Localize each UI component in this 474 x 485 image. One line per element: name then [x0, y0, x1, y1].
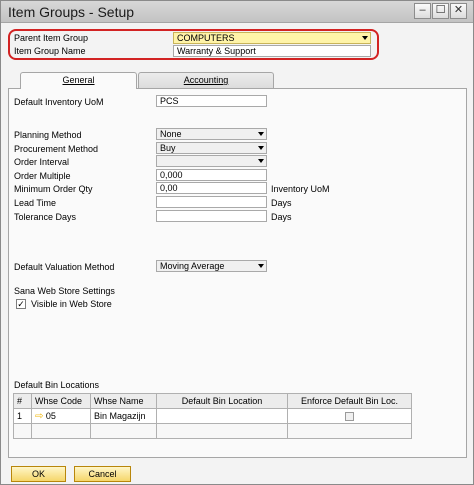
order-multiple-field[interactable]: 0,000 — [156, 169, 267, 181]
whse-name-cell: Bin Magazijn — [90, 408, 157, 424]
cancel-button[interactable]: Cancel — [74, 466, 131, 482]
default-uom-value: PCS — [160, 96, 179, 106]
chevron-down-icon — [258, 132, 264, 136]
empty-cell — [90, 423, 157, 439]
tab-general[interactable]: General — [20, 72, 137, 89]
checkmark-icon: ✓ — [17, 299, 25, 309]
lead-time-field[interactable] — [156, 196, 267, 208]
row-number: 1 — [13, 408, 32, 424]
order-interval-label: Order Interval — [14, 157, 70, 167]
item-group-name-field[interactable]: Warranty & Support — [173, 45, 371, 57]
ok-button[interactable]: OK — [11, 466, 66, 482]
min-order-qty-value: 0,00 — [160, 183, 178, 193]
title-bar[interactable]: Item Groups - Setup – ☐ ✕ — [1, 1, 473, 23]
tab-general-label: General — [62, 75, 95, 85]
chevron-down-icon — [258, 264, 264, 268]
empty-cell — [13, 423, 32, 439]
planning-method-label: Planning Method — [14, 130, 82, 140]
parent-item-group-value: COMPUTERS — [177, 33, 235, 43]
planning-method-value: None — [160, 129, 182, 139]
tolerance-days-field[interactable] — [156, 210, 267, 222]
procurement-method-dropdown[interactable]: Buy — [156, 142, 267, 154]
column-header-num[interactable]: # — [13, 393, 32, 409]
item-group-name-label: Item Group Name — [14, 46, 86, 56]
chevron-down-icon — [362, 36, 368, 40]
cancel-button-label: Cancel — [88, 469, 117, 479]
min-order-qty-field[interactable]: 0,00 — [156, 182, 267, 194]
column-header-enforce-default-bin[interactable]: Enforce Default Bin Loc. — [287, 393, 412, 409]
chevron-down-icon — [258, 159, 264, 163]
window-title: Item Groups - Setup — [8, 4, 135, 20]
item-group-name-value: Warranty & Support — [177, 46, 256, 56]
order-interval-dropdown[interactable] — [156, 155, 267, 167]
tolerance-days-unit: Days — [271, 212, 292, 222]
order-multiple-value: 0,000 — [160, 170, 183, 180]
whse-code-cell[interactable]: ⇨ 05 — [31, 408, 91, 424]
chevron-down-icon — [258, 146, 264, 150]
column-header-whse-code[interactable]: Whse Code — [31, 393, 91, 409]
valuation-method-dropdown[interactable]: Moving Average — [156, 260, 267, 272]
tab-accounting-label: Accounting — [183, 75, 229, 85]
empty-cell — [156, 423, 288, 439]
enforce-default-bin-checkbox[interactable] — [345, 412, 354, 422]
tolerance-days-label: Tolerance Days — [14, 212, 77, 222]
enforce-default-bin-cell — [287, 408, 412, 424]
bin-locations-table: # Whse Code Whse Name Default Bin Locati… — [13, 393, 412, 439]
order-multiple-label: Order Multiple — [14, 171, 71, 181]
parent-item-group-dropdown[interactable]: COMPUTERS — [173, 32, 371, 44]
table-row-empty — [13, 423, 412, 439]
empty-cell — [31, 423, 91, 439]
planning-method-dropdown[interactable]: None — [156, 128, 267, 140]
table-row[interactable]: 1 ⇨ 05 Bin Magazijn — [13, 408, 412, 424]
procurement-method-value: Buy — [160, 143, 176, 153]
ok-button-label: OK — [31, 469, 45, 479]
whse-code-value: 05 — [45, 410, 56, 421]
valuation-method-label: Default Valuation Method — [14, 262, 115, 272]
procurement-method-label: Procurement Method — [14, 144, 99, 154]
minimize-button[interactable]: – — [414, 3, 431, 19]
lead-time-unit: Days — [271, 198, 292, 208]
lead-time-label: Lead Time — [14, 198, 57, 208]
default-bin-cell[interactable] — [156, 408, 288, 424]
maximize-button[interactable]: ☐ — [432, 3, 449, 19]
min-order-qty-unit: Inventory UoM — [271, 184, 330, 194]
empty-cell — [287, 423, 412, 439]
column-header-default-bin[interactable]: Default Bin Location — [156, 393, 288, 409]
valuation-method-value: Moving Average — [160, 261, 225, 271]
min-order-qty-label: Minimum Order Qty — [14, 184, 93, 194]
tab-accounting[interactable]: Accounting — [138, 72, 274, 88]
column-header-whse-name[interactable]: Whse Name — [90, 393, 157, 409]
bin-locations-heading: Default Bin Locations — [14, 380, 100, 390]
visible-in-web-store-label: Visible in Web Store — [31, 299, 112, 309]
link-arrow-icon[interactable]: ⇨ — [35, 411, 43, 422]
web-store-heading: Sana Web Store Settings — [14, 286, 115, 296]
visible-in-web-store-checkbox[interactable]: ✓ — [16, 299, 26, 309]
default-uom-field[interactable]: PCS — [156, 95, 267, 107]
default-uom-label: Default Inventory UoM — [14, 97, 104, 107]
table-header-row: # Whse Code Whse Name Default Bin Locati… — [13, 393, 412, 409]
item-groups-setup-window: Item Groups - Setup – ☐ ✕ Parent Item Gr… — [0, 0, 474, 485]
parent-item-group-label: Parent Item Group — [14, 33, 89, 43]
close-button[interactable]: ✕ — [450, 3, 467, 19]
